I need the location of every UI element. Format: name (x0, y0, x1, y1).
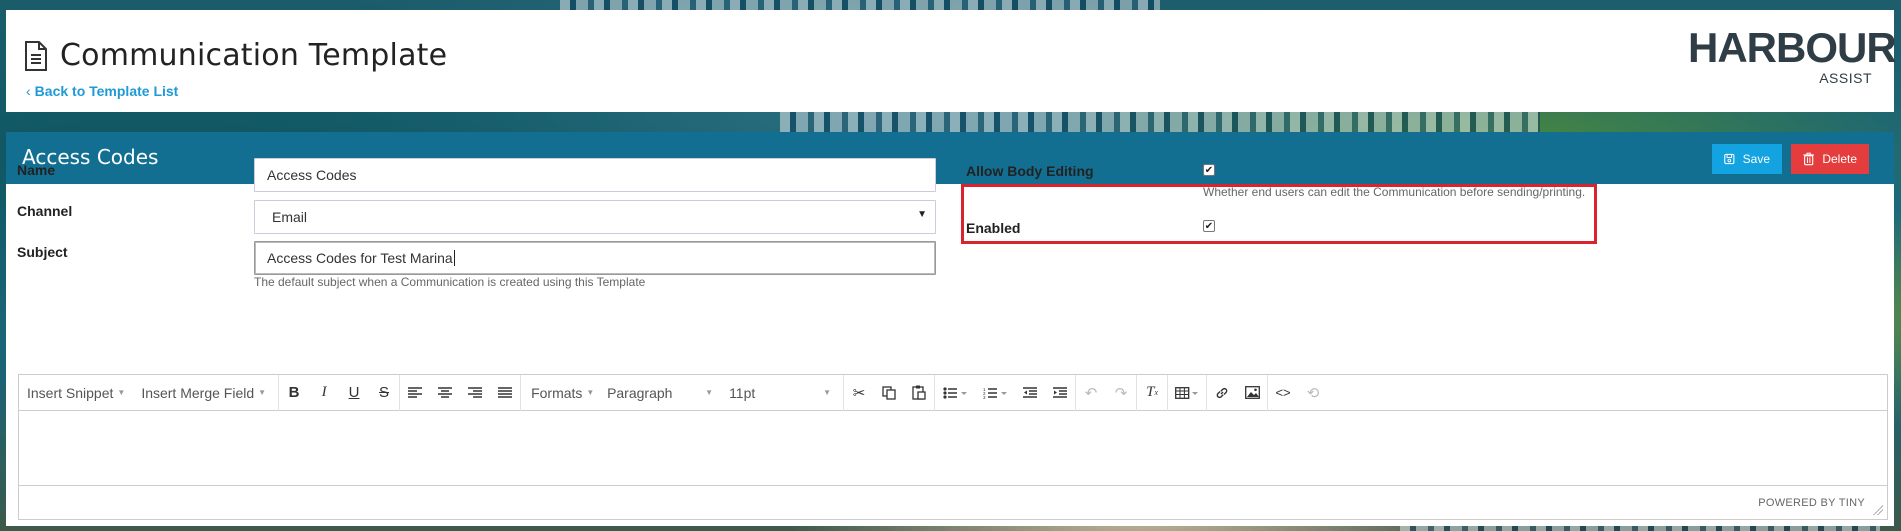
channel-select[interactable]: Email ▼ (254, 200, 936, 234)
powered-by-tiny-label: POWERED BY TINY (1758, 497, 1865, 509)
enabled-label: Enabled (966, 220, 1021, 236)
channel-value: Email (272, 209, 308, 225)
caret-down-icon: ▼ (917, 209, 927, 220)
save-button[interactable]: Save (1712, 144, 1782, 174)
caret-down-icon: ▼ (705, 388, 714, 397)
insert-snippet-label: Insert Snippet (27, 384, 114, 401)
strikethrough-icon[interactable]: S (369, 375, 399, 411)
undo-icon[interactable]: ↶ (1076, 375, 1106, 411)
logo-wordmark: HARBOUR (1688, 24, 1897, 71)
insert-snippet-menu[interactable]: Insert Snippet ▼ (19, 375, 131, 411)
template-panel: Access Codes Save Delete Name Access Cod… (6, 132, 1894, 526)
caret-down-icon: ▼ (258, 388, 267, 397)
svg-text:3: 3 (983, 395, 986, 399)
table-icon[interactable] (1168, 375, 1206, 411)
text-cursor: ​ (453, 250, 455, 266)
allow-body-editing-checkbox[interactable]: ✔ (1203, 164, 1215, 176)
subject-value: Access Codes for Test Marina (267, 250, 453, 266)
rich-text-editor: Insert Snippet ▼ Insert Merge Field ▼ B I … (18, 374, 1888, 520)
numbered-list-icon[interactable]: 123 (975, 375, 1015, 411)
underline-icon[interactable]: U (339, 375, 369, 411)
caret-down-icon: ▼ (823, 388, 832, 397)
allow-body-editing-label: Allow Body Editing (966, 163, 1094, 179)
outdent-icon[interactable] (1015, 375, 1045, 411)
align-left-icon[interactable] (400, 375, 430, 411)
logo-subtext: ASSIST (1819, 70, 1872, 86)
redo-icon[interactable]: ↷ (1106, 375, 1136, 411)
subject-input[interactable]: Access Codes for Test Marina​ (254, 241, 936, 275)
bullet-list-icon[interactable] (935, 375, 975, 411)
background-photo-detail (780, 110, 1540, 132)
name-input[interactable]: Access Codes (254, 158, 936, 192)
page-title: Communication Template (60, 38, 448, 73)
indent-icon[interactable] (1045, 375, 1075, 411)
link-icon[interactable] (1207, 375, 1237, 411)
back-to-template-list-link[interactable]: ‹ Back to Template List (26, 83, 178, 99)
paragraph-label: Paragraph (607, 384, 673, 401)
editor-toolbar: Insert Snippet ▼ Insert Merge Field ▼ B I … (19, 374, 1887, 411)
image-icon[interactable] (1237, 375, 1267, 411)
enabled-checkbox[interactable]: ✔ (1203, 220, 1215, 232)
insert-merge-field-label: Insert Merge Field (141, 384, 255, 401)
block-format-select[interactable]: Paragraph ▼ (601, 375, 719, 411)
channel-label: Channel (17, 203, 73, 219)
align-justify-icon[interactable] (490, 375, 520, 411)
name-label: Name (17, 162, 56, 178)
page-title-row: Communication Template (24, 38, 447, 73)
background-photo-detail (560, 0, 1160, 10)
source-code-icon[interactable]: <> (1268, 375, 1298, 411)
editor-content-area[interactable] (19, 411, 1887, 485)
copy-icon[interactable] (874, 375, 904, 411)
save-icon (1724, 153, 1735, 165)
bold-icon[interactable]: B (279, 375, 309, 411)
page-header: Communication Template ‹ Back to Templat… (6, 10, 1897, 112)
align-right-icon[interactable] (460, 375, 490, 411)
resize-handle-icon[interactable] (1873, 505, 1883, 515)
restore-draft-icon[interactable]: ⟲ (1298, 375, 1328, 411)
save-label: Save (1742, 152, 1770, 166)
italic-icon[interactable]: I (309, 375, 339, 411)
font-size-select[interactable]: 11pt ▼ (719, 375, 837, 411)
harbour-assist-logo: HARBOUR ASSIST (1688, 24, 1897, 86)
document-icon (24, 40, 48, 72)
paste-icon[interactable] (904, 375, 934, 411)
align-center-icon[interactable] (430, 375, 460, 411)
clear-formatting-icon[interactable]: Tx (1137, 375, 1167, 411)
formats-label: Formats (531, 384, 583, 401)
caret-down-icon: ▼ (586, 388, 595, 397)
cut-icon[interactable]: ✂ (844, 375, 874, 411)
delete-label: Delete (1822, 152, 1857, 166)
editor-statusbar: POWERED BY TINY (19, 485, 1887, 519)
caret-down-icon: ▼ (117, 388, 126, 397)
chevron-left-icon: ‹ (26, 83, 31, 99)
font-size-label: 11pt (729, 384, 756, 401)
formats-menu[interactable]: Formats ▼ (521, 375, 601, 411)
subject-help-text: The default subject when a Communication… (254, 275, 646, 289)
delete-button[interactable]: Delete (1791, 144, 1869, 174)
trash-icon (1803, 152, 1814, 166)
insert-merge-field-menu[interactable]: Insert Merge Field ▼ (131, 375, 272, 411)
back-link-label: Back to Template List (34, 83, 179, 99)
subject-label: Subject (17, 244, 68, 260)
allow-body-editing-help: Whether end users can edit the Communica… (1203, 185, 1586, 199)
